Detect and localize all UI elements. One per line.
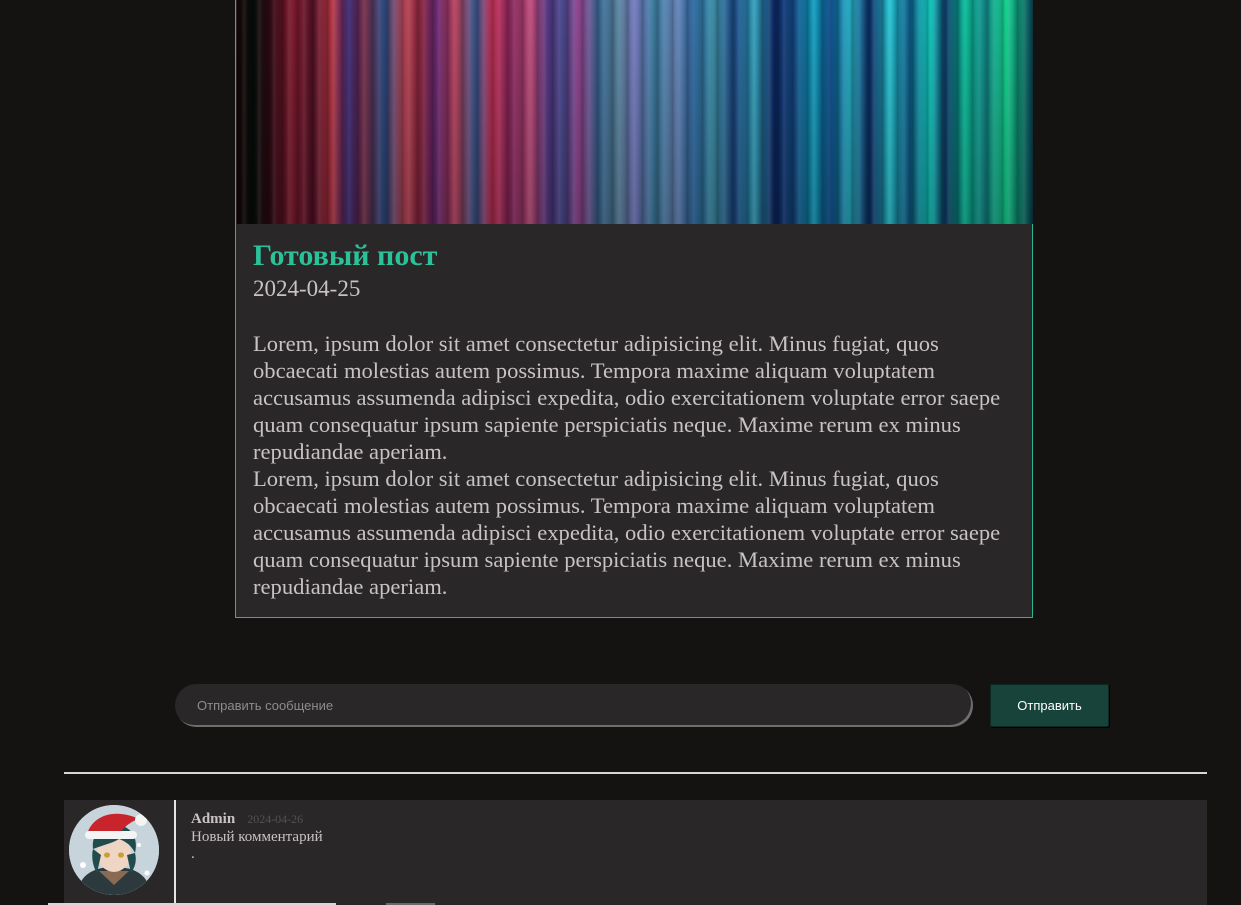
post-body: Lorem, ipsum dolor sit amet consectetur … xyxy=(253,330,1023,600)
post-card: Готовый пост 2024-04-25 Lorem, ipsum dol… xyxy=(235,0,1033,618)
post-paragraph: Lorem, ipsum dolor sit amet consectetur … xyxy=(253,466,1001,599)
comment-date: 2024-04-26 xyxy=(247,812,304,826)
comment-author: Admin xyxy=(191,811,236,827)
comment-text: Новый комментарий xyxy=(191,829,323,845)
post-title: Готовый пост xyxy=(253,239,438,272)
post-paragraph: Lorem, ipsum dolor sit amet consectetur … xyxy=(253,331,1001,464)
avatar-image xyxy=(69,805,159,895)
post-date: 2024-04-25 xyxy=(253,276,361,301)
post-cover-image xyxy=(237,0,1033,224)
avatar xyxy=(69,805,159,895)
message-input[interactable] xyxy=(175,684,973,727)
send-button[interactable]: Отправить xyxy=(990,684,1109,727)
comment-content: Admin 2024-04-26 Новый комментарий . xyxy=(191,810,323,862)
comment-item: Admin 2024-04-26 Новый комментарий . xyxy=(64,800,1207,905)
comment-extra-text: . xyxy=(191,846,195,862)
section-divider xyxy=(64,772,1207,774)
comment-avatar-column xyxy=(64,800,176,905)
